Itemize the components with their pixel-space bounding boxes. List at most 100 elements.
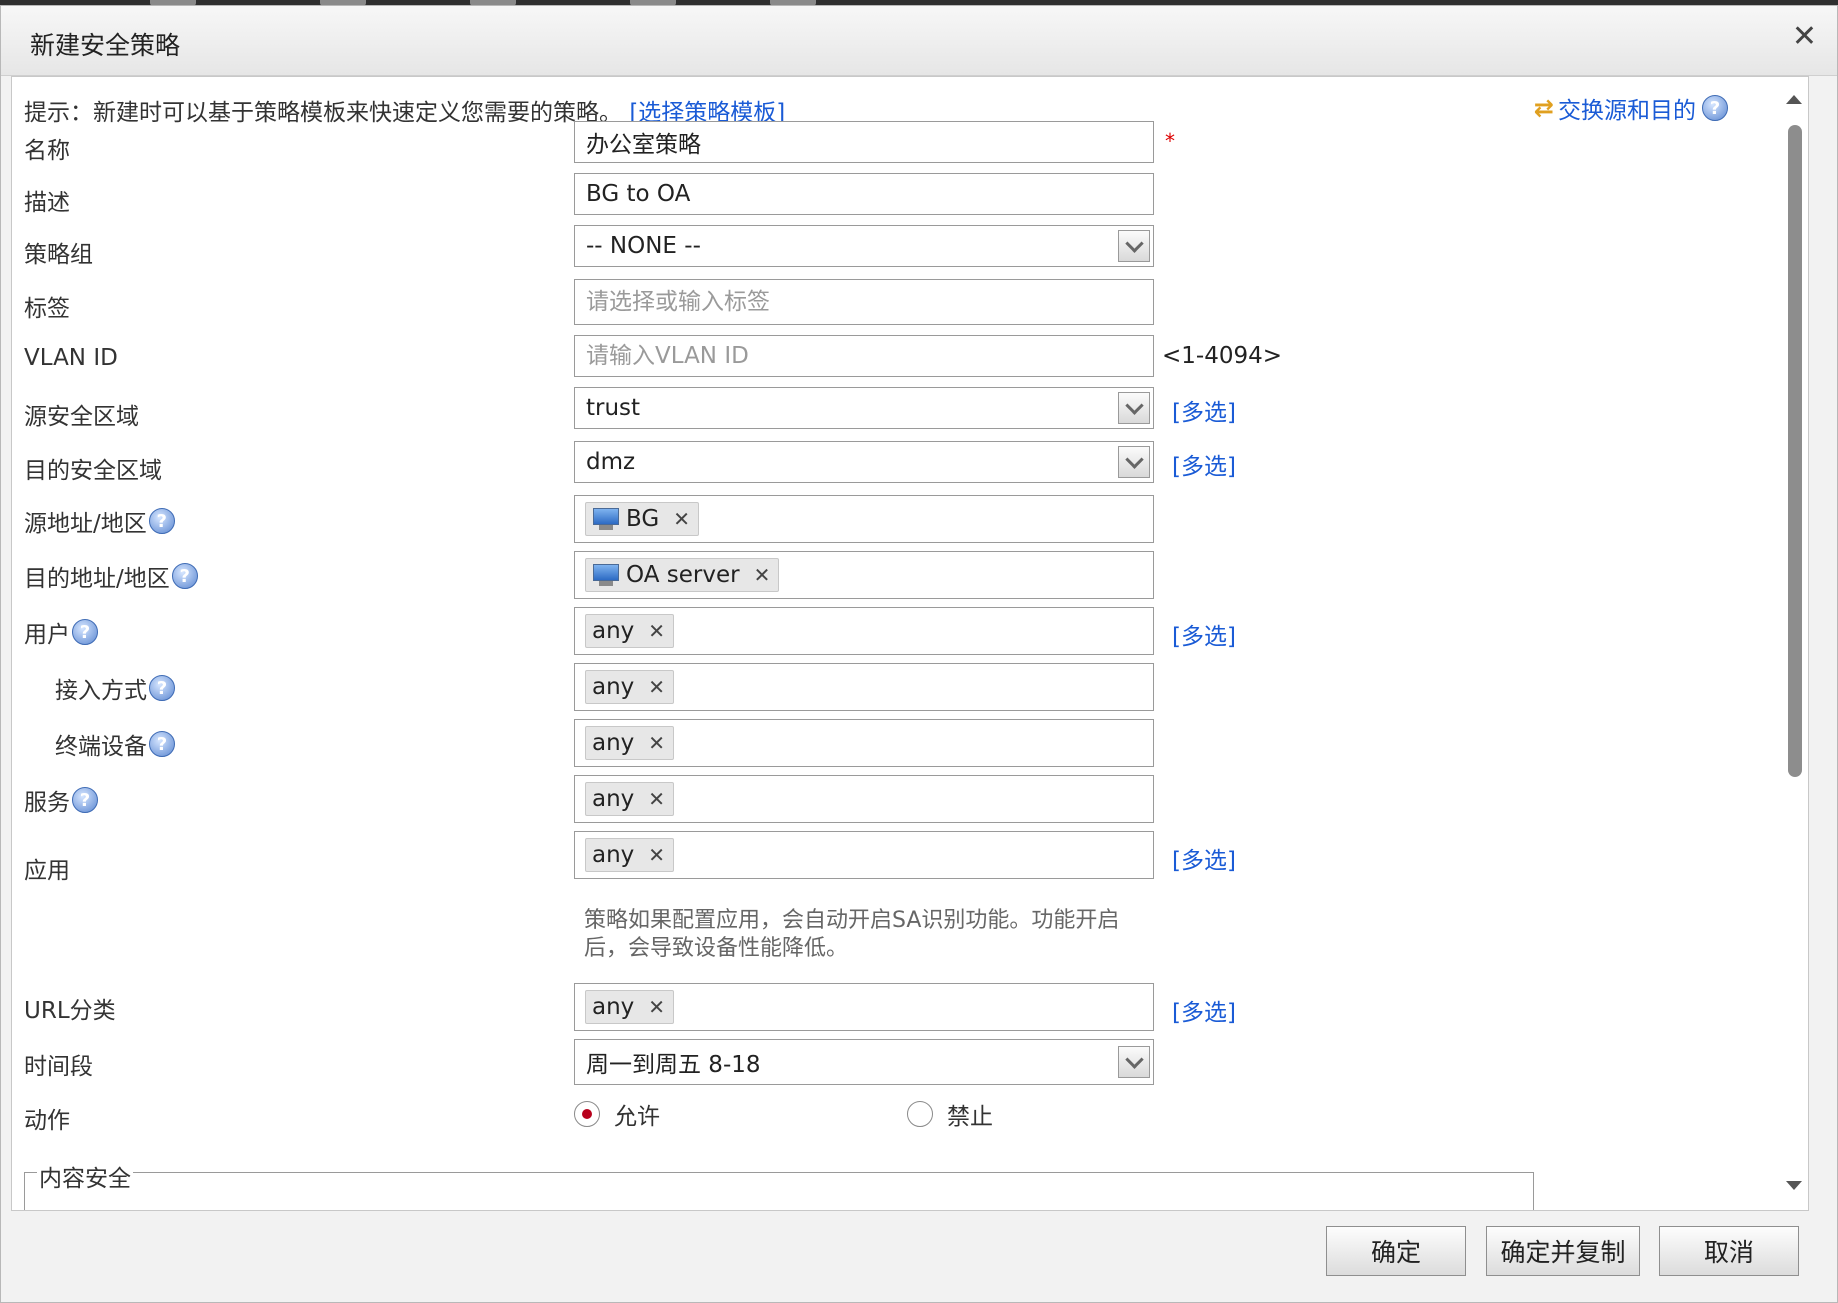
name-field[interactable] — [574, 121, 1154, 163]
allow-radio[interactable] — [574, 1101, 600, 1127]
form-panel: 提示：新建时可以基于策略模板来快速定义您需要的策略。 [选择策略模板] ⇄ 交换… — [11, 76, 1809, 1211]
description-input[interactable] — [586, 181, 1153, 207]
application-multi-select[interactable]: [多选] — [1172, 841, 1236, 875]
destination-zone-value: dmz — [586, 449, 636, 475]
access-method-label-text: 接入方式 — [55, 678, 147, 704]
schedule-select[interactable]: 周一到周五 8-18 — [574, 1039, 1154, 1085]
help-icon[interactable]: ? — [149, 675, 175, 701]
help-icon[interactable]: ? — [149, 731, 175, 757]
remove-tag-icon[interactable]: ✕ — [648, 731, 665, 755]
remove-tag-icon[interactable]: ✕ — [754, 563, 771, 587]
content-security-section: 内容安全 — [24, 1159, 1534, 1210]
swap-label: 交换源和目的 — [1558, 98, 1696, 124]
confirm-and-copy-button[interactable]: 确定并复制 — [1486, 1226, 1640, 1276]
vertical-scrollbar[interactable] — [1780, 77, 1808, 1210]
action-deny-option[interactable]: 禁止 — [907, 1097, 993, 1131]
service-field[interactable]: any ✕ — [574, 775, 1154, 823]
remove-tag-icon[interactable]: ✕ — [648, 619, 665, 643]
scroll-down-arrow-icon[interactable] — [1786, 1181, 1802, 1190]
schedule-value: 周一到周五 8-18 — [586, 1052, 761, 1078]
help-icon[interactable]: ? — [148, 508, 175, 534]
dialog-titlebar[interactable]: 新建安全策略 ✕ — [1, 6, 1837, 76]
description-field[interactable] — [574, 173, 1154, 215]
any-tag: any ✕ — [585, 990, 675, 1024]
confirm-button[interactable]: 确定 — [1326, 1226, 1466, 1276]
user-field[interactable]: any ✕ — [574, 607, 1154, 655]
action-allow-option[interactable]: 允许 — [574, 1097, 660, 1131]
destination-address-field[interactable]: OA server ✕ — [574, 551, 1154, 599]
address-tag-text: OA server — [626, 562, 740, 588]
deny-radio-label: 禁止 — [947, 1104, 993, 1130]
tag-input[interactable] — [586, 289, 1153, 315]
help-icon[interactable]: ? — [72, 787, 98, 813]
swap-arrows-icon: ⇄ — [1533, 94, 1554, 122]
application-field[interactable]: any ✕ — [574, 831, 1154, 879]
address-tag: BG ✕ — [585, 502, 699, 536]
application-note: 策略如果配置应用，会自动开启SA识别功能。功能开启 后，会导致设备性能降低。 — [584, 907, 1174, 963]
help-icon[interactable]: ? — [171, 563, 198, 589]
tag-text: any — [592, 842, 635, 868]
policy-group-select[interactable]: -- NONE -- — [574, 225, 1154, 267]
terminal-device-field[interactable]: any ✕ — [574, 719, 1154, 767]
computer-icon — [592, 564, 620, 586]
required-mark: * — [1165, 129, 1175, 153]
tag-text: any — [592, 674, 635, 700]
application-note-line: 策略如果配置应用，会自动开启SA识别功能。功能开启 — [584, 908, 1120, 933]
source-address-field[interactable]: BG ✕ — [574, 495, 1154, 543]
vlan-id-field[interactable] — [574, 335, 1154, 377]
remove-tag-icon[interactable]: ✕ — [648, 675, 665, 699]
terminal-device-label-text: 终端设备 — [55, 734, 147, 760]
service-label-text: 服务 — [24, 790, 70, 816]
chevron-down-icon[interactable] — [1118, 1046, 1150, 1078]
vlan-range-hint: <1-4094> — [1162, 343, 1283, 369]
destination-zone-select[interactable]: dmz — [574, 441, 1154, 483]
any-tag: any ✕ — [585, 838, 675, 872]
source-zone-label: 源安全区域 — [24, 404, 139, 430]
remove-tag-icon[interactable]: ✕ — [673, 507, 690, 531]
help-icon[interactable]: ? — [72, 619, 98, 645]
computer-icon — [592, 508, 620, 530]
remove-tag-icon[interactable]: ✕ — [648, 843, 665, 867]
chevron-down-icon[interactable] — [1118, 446, 1150, 478]
application-note-line: 后，会导致设备性能降低。 — [584, 936, 849, 961]
chevron-down-icon[interactable] — [1118, 230, 1150, 262]
tag-field[interactable] — [574, 279, 1154, 325]
tag-text: any — [592, 730, 635, 756]
address-tag: OA server ✕ — [585, 558, 780, 592]
destination-zone-multi-select[interactable]: [多选] — [1172, 447, 1236, 481]
any-tag: any ✕ — [585, 614, 675, 648]
user-multi-select[interactable]: [多选] — [1172, 617, 1236, 651]
policy-group-label: 策略组 — [24, 242, 93, 268]
scroll-up-arrow-icon[interactable] — [1786, 95, 1802, 104]
access-method-field[interactable]: any ✕ — [574, 663, 1154, 711]
url-category-multi-select[interactable]: [多选] — [1172, 993, 1236, 1027]
help-icon[interactable]: ? — [1702, 95, 1728, 121]
remove-tag-icon[interactable]: ✕ — [648, 787, 665, 811]
vlan-id-label: VLAN ID — [24, 345, 118, 371]
name-input[interactable] — [586, 129, 1153, 155]
cancel-button[interactable]: 取消 — [1659, 1226, 1799, 1276]
remove-tag-icon[interactable]: ✕ — [648, 995, 665, 1019]
chevron-down-icon[interactable] — [1118, 392, 1150, 424]
source-zone-select[interactable]: trust — [574, 387, 1154, 429]
address-tag-text: BG — [626, 506, 660, 532]
user-label: 用户 ? — [24, 615, 98, 649]
url-category-field[interactable]: any ✕ — [574, 983, 1154, 1031]
source-address-label: 源地址/地区 ? — [24, 504, 175, 538]
content-security-legend: 内容安全 — [37, 1159, 133, 1193]
access-method-label: 接入方式 ? — [55, 671, 175, 705]
tag-text: any — [592, 994, 635, 1020]
swap-source-destination[interactable]: ⇄ 交换源和目的 ? — [1534, 91, 1728, 125]
close-icon[interactable]: ✕ — [1792, 22, 1817, 52]
new-security-policy-dialog: 新建安全策略 ✕ 提示：新建时可以基于策略模板来快速定义您需要的策略。 [选择策… — [0, 5, 1838, 1303]
deny-radio[interactable] — [907, 1101, 933, 1127]
action-label: 动作 — [24, 1108, 70, 1134]
hint-text: 提示：新建时可以基于策略模板来快速定义您需要的策略。 — [24, 100, 622, 126]
terminal-device-label: 终端设备 ? — [55, 727, 175, 761]
application-label: 应用 — [24, 858, 70, 884]
url-category-label: URL分类 — [24, 998, 116, 1024]
vlan-id-input[interactable] — [586, 343, 1153, 369]
scrollbar-thumb[interactable] — [1788, 125, 1802, 777]
source-zone-multi-select[interactable]: [多选] — [1172, 393, 1236, 427]
destination-address-label: 目的地址/地区 ? — [24, 559, 198, 593]
